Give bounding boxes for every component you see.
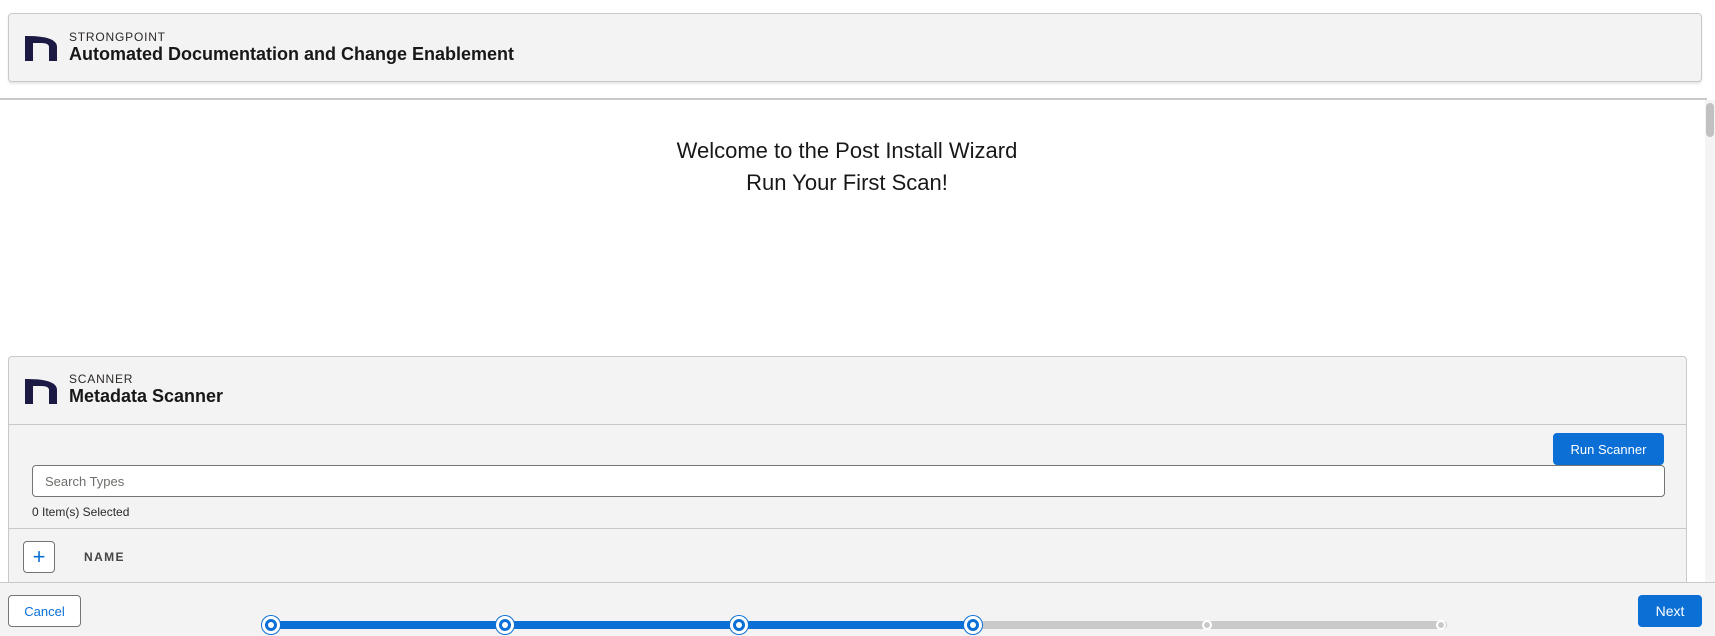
plus-icon: + (32, 544, 46, 569)
progress-step-5[interactable] (1202, 620, 1212, 630)
table-divider (9, 528, 1686, 529)
progress-step-1[interactable] (262, 616, 280, 634)
next-button[interactable]: Next (1638, 595, 1702, 627)
progress-step-4[interactable] (964, 616, 982, 634)
scanner-eyebrow: SCANNER (69, 372, 134, 386)
progress-indicator (255, 593, 1455, 634)
cancel-button[interactable]: Cancel (8, 595, 81, 627)
add-button[interactable]: + (23, 541, 55, 573)
n-logo-icon (25, 36, 57, 61)
scanner-card: SCANNER Metadata Scanner Run Scanner 0 I… (8, 356, 1687, 582)
app-header: STRONGPOINT Automated Documentation and … (8, 13, 1702, 82)
welcome-heading: Welcome to the Post Install Wizard (676, 138, 1018, 163)
progress-step-3[interactable] (730, 616, 748, 634)
search-box (32, 465, 1665, 497)
header-eyebrow: STRONGPOINT (69, 30, 166, 44)
welcome-subheading: Run Your First Scan! (746, 170, 948, 195)
progress-fill (271, 621, 973, 629)
column-header-name[interactable]: NAME (84, 550, 125, 564)
progress-track (271, 621, 1447, 629)
header-divider (0, 98, 1707, 100)
scrollbar-track[interactable] (1705, 100, 1715, 582)
scanner-card-header: SCANNER Metadata Scanner (9, 357, 1686, 425)
page-title: Automated Documentation and Change Enabl… (69, 44, 515, 64)
n-logo-icon (25, 379, 57, 404)
scrollbar-thumb[interactable] (1706, 103, 1714, 137)
search-types-input[interactable] (33, 466, 1664, 496)
run-scanner-button[interactable]: Run Scanner (1553, 433, 1664, 465)
progress-step-2[interactable] (496, 616, 514, 634)
scanner-title: Metadata Scanner (69, 386, 224, 406)
selected-count: 0 Item(s) Selected (32, 505, 130, 519)
progress-step-6[interactable] (1436, 620, 1446, 630)
wizard-footer: Cancel Next (0, 582, 1715, 636)
